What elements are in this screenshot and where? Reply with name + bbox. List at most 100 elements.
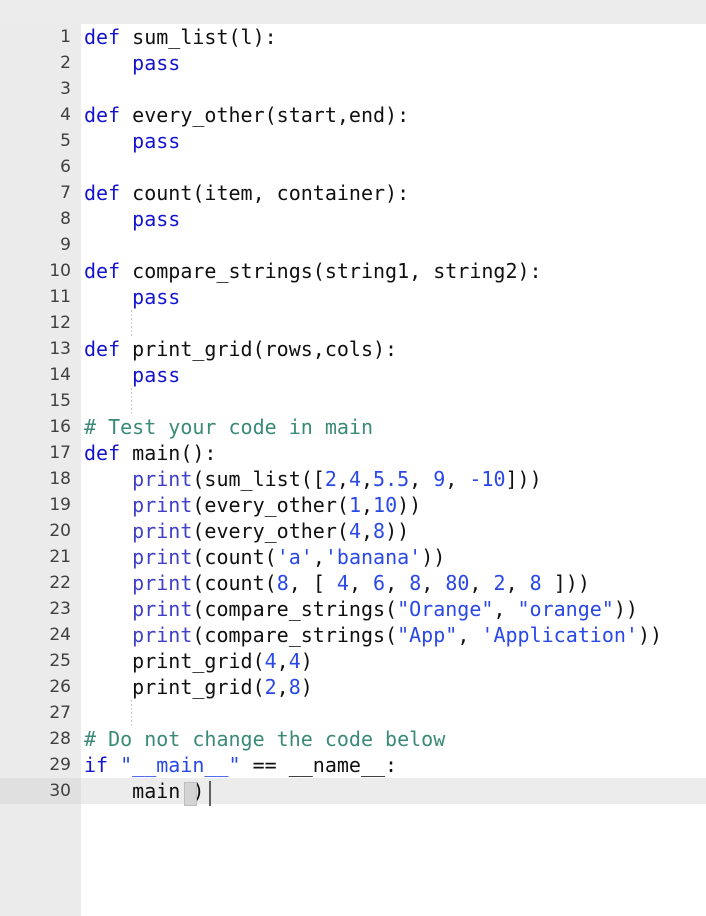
line-number[interactable]: 25	[0, 648, 71, 674]
code-line[interactable]: 20 print(every_other(4,8))	[0, 518, 706, 544]
code-line-text[interactable]: # Do not change the code below	[84, 726, 445, 752]
line-number[interactable]: 27	[0, 700, 71, 726]
token-plain: )	[300, 675, 313, 699]
line-number[interactable]: 30	[0, 778, 71, 804]
code-line[interactable]: 3	[0, 76, 706, 102]
line-number[interactable]: 3	[0, 76, 71, 102]
code-line[interactable]: 15	[0, 388, 706, 414]
line-number[interactable]: 11	[0, 284, 71, 310]
line-number[interactable]: 5	[0, 128, 71, 154]
code-line[interactable]: 25 print_grid(4,4)	[0, 648, 706, 674]
line-number[interactable]: 6	[0, 154, 71, 180]
code-line-text[interactable]: def print_grid(rows,cols):	[84, 336, 397, 362]
code-line-text[interactable]: pass	[84, 284, 180, 310]
line-number[interactable]: 1	[0, 24, 71, 50]
code-line-text[interactable]: if "__main__" == __name__:	[84, 752, 397, 778]
code-line[interactable]: 14 pass	[0, 362, 706, 388]
token-num: 5.5	[373, 467, 410, 491]
code-line[interactable]: 30 main()	[0, 778, 706, 804]
code-line[interactable]: 13 def print_grid(rows,cols):	[0, 336, 706, 362]
code-line[interactable]: 27	[0, 700, 706, 726]
line-number[interactable]: 29	[0, 752, 71, 778]
line-number[interactable]: 23	[0, 596, 71, 622]
code-line[interactable]: 16 # Test your code in main	[0, 414, 706, 440]
indent-guide	[131, 388, 132, 414]
code-line-text[interactable]: pass	[84, 128, 180, 154]
line-number[interactable]: 13	[0, 336, 71, 362]
line-number[interactable]: 4	[0, 102, 71, 128]
code-line-text[interactable]: def main():	[84, 440, 216, 466]
code-line-text[interactable]: print(compare_strings("Orange", "orange"…	[84, 596, 638, 622]
code-line[interactable]: 4 def every_other(start,end):	[0, 102, 706, 128]
code-line-text[interactable]: def compare_strings(string1, string2):	[84, 258, 542, 284]
code-line[interactable]: 1 def sum_list(l):	[0, 24, 706, 50]
code-line[interactable]: 29 if "__main__" == __name__:	[0, 752, 706, 778]
code-line-text[interactable]: main()	[84, 778, 204, 804]
line-number[interactable]: 21	[0, 544, 71, 570]
code-line-text[interactable]: def sum_list(l):	[84, 24, 277, 50]
code-line-text[interactable]: print(compare_strings("App", 'Applicatio…	[84, 622, 662, 648]
code-line[interactable]: 11 pass	[0, 284, 706, 310]
gutter-pad	[71, 596, 81, 622]
code-line-text[interactable]: def every_other(start,end):	[84, 102, 409, 128]
code-line[interactable]: 6	[0, 154, 706, 180]
code-line[interactable]: 28 # Do not change the code below	[0, 726, 706, 752]
line-number[interactable]: 16	[0, 414, 71, 440]
token-plain: ))	[385, 519, 410, 543]
line-number[interactable]: 18	[0, 466, 71, 492]
line-number[interactable]: 24	[0, 622, 71, 648]
code-line-text[interactable]: print_grid(4,4)	[84, 648, 313, 674]
token-plain: count(item, container):	[132, 181, 410, 205]
code-line[interactable]: 10 def compare_strings(string1, string2):	[0, 258, 706, 284]
line-number[interactable]: 2	[0, 50, 71, 76]
token-kw: if	[84, 753, 109, 777]
code-line-text[interactable]: pass	[84, 50, 180, 76]
line-number[interactable]: 15	[0, 388, 71, 414]
line-number[interactable]: 9	[0, 232, 71, 258]
code-line[interactable]: 2 pass	[0, 50, 706, 76]
code-line[interactable]: 5 pass	[0, 128, 706, 154]
gutter-pad	[71, 232, 81, 258]
code-line-text[interactable]: def count(item, container):	[84, 180, 409, 206]
code-line-text[interactable]: print(every_other(4,8))	[84, 518, 409, 544]
code-line[interactable]: 22 print(count(8, [ 4, 6, 8, 80, 2, 8 ])…	[0, 570, 706, 596]
code-line[interactable]: 23 print(compare_strings("Orange", "oran…	[0, 596, 706, 622]
code-line-text[interactable]: # Test your code in main	[84, 414, 373, 440]
line-number[interactable]: 19	[0, 492, 71, 518]
token-num: 1	[348, 493, 361, 517]
code-line[interactable]: 12	[0, 310, 706, 336]
code-line-text[interactable]: print(every_other(1,10))	[84, 492, 421, 518]
code-line[interactable]: 21 print(count('a','banana'))	[0, 544, 706, 570]
line-number[interactable]: 12	[0, 310, 71, 336]
line-number[interactable]: 26	[0, 674, 71, 700]
code-line[interactable]: 7 def count(item, container):	[0, 180, 706, 206]
code-line-text[interactable]: print(sum_list([2,4,5.5, 9, -10]))	[84, 466, 541, 492]
line-number[interactable]: 20	[0, 518, 71, 544]
code-line-text[interactable]: pass	[84, 206, 180, 232]
line-number[interactable]: 7	[0, 180, 71, 206]
code-line[interactable]: 9	[0, 232, 706, 258]
line-number[interactable]: 17	[0, 440, 71, 466]
line-number[interactable]: 28	[0, 726, 71, 752]
gutter-pad	[71, 206, 81, 232]
code-line[interactable]: 26 print_grid(2,8)	[0, 674, 706, 700]
code-line[interactable]: 19 print(every_other(1,10))	[0, 492, 706, 518]
line-number[interactable]: 22	[0, 570, 71, 596]
token-kw: def	[84, 441, 121, 465]
code-line-text[interactable]: print(count(8, [ 4, 6, 8, 80, 2, 8 ]))	[84, 570, 590, 596]
code-line-text[interactable]: print(count('a','banana'))	[84, 544, 445, 570]
code-line[interactable]: 24 print(compare_strings("App", 'Applica…	[0, 622, 706, 648]
code-line[interactable]: 17 def main():	[0, 440, 706, 466]
code-line-text[interactable]: pass	[84, 362, 180, 388]
line-number[interactable]: 10	[0, 258, 71, 284]
code-line[interactable]: 18 print(sum_list([2,4,5.5, 9, -10]))	[0, 466, 706, 492]
line-number[interactable]: 14	[0, 362, 71, 388]
code-line-text[interactable]: print_grid(2,8)	[84, 674, 313, 700]
line-number[interactable]: 8	[0, 206, 71, 232]
code-line[interactable]: 8 pass	[0, 206, 706, 232]
